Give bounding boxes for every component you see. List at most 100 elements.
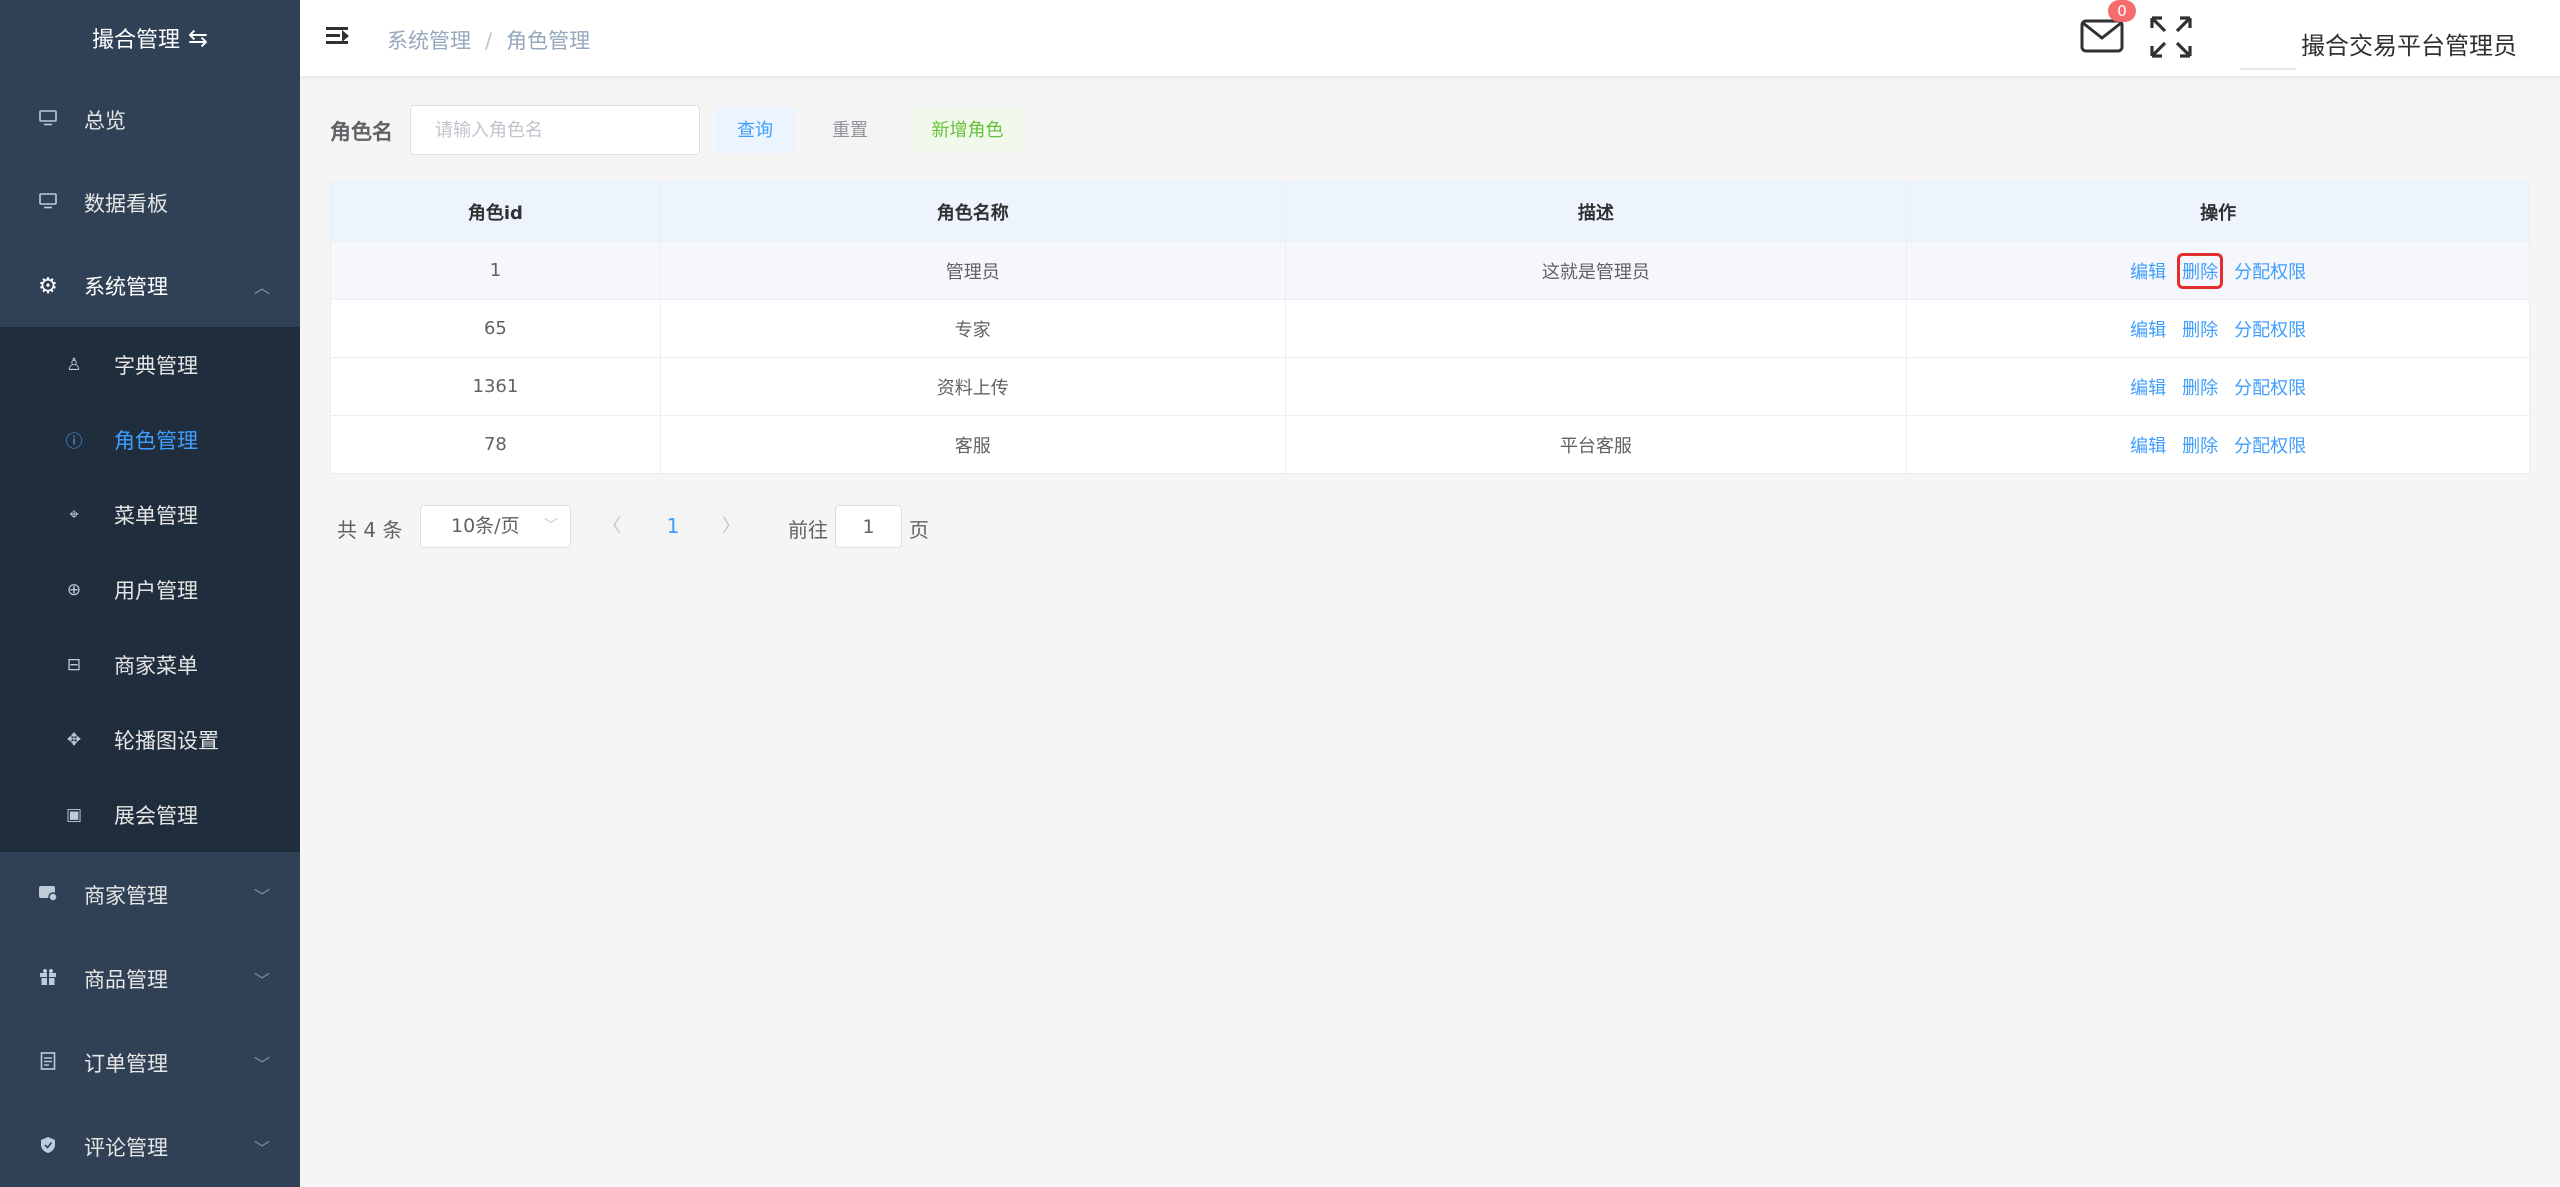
- sidebar-item-reviews[interactable]: 评论管理 ﹀: [0, 1105, 300, 1187]
- zoom-icon: ⊕: [66, 579, 82, 600]
- cell-description: 平台客服: [1285, 415, 1908, 474]
- submenu-item-label: 菜单管理: [114, 503, 198, 528]
- breadcrumb-item-system[interactable]: 系统管理: [387, 29, 471, 53]
- monitor-icon: [32, 109, 64, 131]
- cell-role-id: 65: [330, 299, 661, 358]
- cell-role-name: 管理员: [660, 241, 1286, 300]
- sidebar: 撮合管理 ⇆ 总览 数据看板 ⚙ 系统管理 ︿ ♙ 字典管理 ⓘ 角色管理 ⌖ …: [0, 0, 300, 1187]
- submenu-item-merchant-menu[interactable]: ⊟ 商家菜单: [0, 627, 300, 702]
- delete-link[interactable]: 删除: [2177, 252, 2224, 289]
- chevron-down-icon: ﹀: [253, 971, 270, 990]
- table-row: 1361 资料上传 编辑 删除 分配权限: [330, 357, 2530, 416]
- rank-icon: ✥: [66, 729, 82, 750]
- submenu-item-label: 商家菜单: [114, 653, 198, 678]
- info-icon: ⓘ: [65, 432, 83, 452]
- query-button[interactable]: 查询: [715, 107, 795, 153]
- mail-icon[interactable]: [2080, 18, 2124, 58]
- delete-link[interactable]: 删除: [2180, 314, 2220, 344]
- cell-role-name: 资料上传: [660, 357, 1286, 416]
- submenu-item-label: 角色管理: [114, 428, 198, 453]
- swap-icon[interactable]: ⇆: [188, 24, 208, 52]
- chevron-down-icon: ﹀: [253, 1139, 270, 1158]
- delete-link[interactable]: 删除: [2180, 430, 2220, 460]
- table-row: 1 管理员 这就是管理员 编辑 删除 分配权限: [330, 241, 2530, 300]
- sidebar-item-merchants[interactable]: 商家管理 ﹀: [0, 853, 300, 937]
- page-size-select[interactable]: 10条/页 ﹀: [420, 505, 571, 548]
- delete-link[interactable]: 删除: [2180, 372, 2220, 402]
- table-header-row: 角色id 角色名称 描述 操作: [330, 181, 2530, 242]
- sidebar-item-dashboard[interactable]: 数据看板: [0, 161, 300, 245]
- sidebar-item-label: 订单管理: [84, 1052, 168, 1076]
- role-name-input[interactable]: [410, 105, 700, 155]
- table-row: 65 专家 编辑 删除 分配权限: [330, 299, 2530, 358]
- edit-link[interactable]: 编辑: [2128, 430, 2168, 460]
- cell-actions: 编辑 删除 分配权限: [1906, 241, 2530, 300]
- assign-permission-link[interactable]: 分配权限: [2232, 372, 2308, 402]
- sidebar-item-label: 评论管理: [84, 1136, 168, 1160]
- username[interactable]: 撮合交易平台管理员: [2301, 26, 2517, 61]
- edit-link[interactable]: 编辑: [2128, 256, 2168, 286]
- submenu-item-exhibition[interactable]: ▣ 展会管理: [0, 777, 300, 852]
- sidebar-item-label: 商品管理: [84, 968, 168, 992]
- breadcrumb: 系统管理 / 角色管理: [387, 25, 590, 55]
- next-page-button[interactable]: 〉: [710, 505, 752, 548]
- cell-actions: 编辑 删除 分配权限: [1906, 357, 2530, 416]
- monitor-icon: [32, 192, 64, 214]
- chevron-down-icon: ﹀: [253, 1055, 270, 1074]
- cell-description: 这就是管理员: [1285, 241, 1908, 300]
- column-header-name: 角色名称: [660, 181, 1286, 242]
- cell-description: [1285, 299, 1908, 358]
- assign-permission-link[interactable]: 分配权限: [2232, 430, 2308, 460]
- cell-actions: 编辑 删除 分配权限: [1906, 299, 2530, 358]
- cell-role-name: 客服: [660, 415, 1286, 474]
- user-icon: ♙: [66, 354, 82, 375]
- shield-icon: [32, 1136, 64, 1159]
- role-name-label: 角色名: [330, 120, 393, 144]
- chevron-down-icon: ﹀: [544, 518, 558, 534]
- sidebar-item-label: 数据看板: [84, 192, 168, 216]
- submenu-item-label: 字典管理: [114, 353, 198, 378]
- avatar[interactable]: [2240, 8, 2296, 70]
- submenu-item-dictionary[interactable]: ♙ 字典管理: [0, 327, 300, 402]
- submenu-item-label: 展会管理: [114, 803, 198, 828]
- edit-link[interactable]: 编辑: [2128, 314, 2168, 344]
- breadcrumb-separator: /: [485, 29, 493, 53]
- sidebar-item-orders[interactable]: 订单管理 ﹀: [0, 1021, 300, 1105]
- assign-permission-link[interactable]: 分配权限: [2232, 256, 2308, 286]
- top-navbar: 系统管理 / 角色管理 0 撮合交易平台管理员: [300, 0, 2560, 76]
- submenu-item-label: 轮播图设置: [114, 728, 219, 753]
- sidebar-brand[interactable]: 撮合管理 ⇆: [0, 0, 300, 76]
- location-icon: ⌖: [69, 504, 79, 525]
- submenu-item-users[interactable]: ⊕ 用户管理: [0, 552, 300, 627]
- submenu-item-menus[interactable]: ⌖ 菜单管理: [0, 477, 300, 552]
- page-number-current[interactable]: 1: [640, 505, 706, 548]
- sidebar-item-products[interactable]: 商品管理 ﹀: [0, 937, 300, 1021]
- submenu-item-carousel[interactable]: ✥ 轮播图设置: [0, 702, 300, 777]
- chevron-left-icon: 〈: [603, 516, 621, 537]
- picture-icon: ▣: [65, 804, 83, 825]
- notification-badge: 0: [2108, 0, 2136, 22]
- fullscreen-icon[interactable]: [2148, 14, 2194, 60]
- gear-icon: ⚙: [38, 273, 58, 299]
- add-role-button[interactable]: 新增角色: [910, 107, 1025, 153]
- cell-role-name: 专家: [660, 299, 1286, 358]
- page-size-value: 10条/页: [451, 515, 520, 537]
- table-row: 78 客服 平台客服 编辑 删除 分配权限: [330, 415, 2530, 474]
- submenu-item-roles[interactable]: ⓘ 角色管理: [0, 402, 300, 477]
- cell-actions: 编辑 删除 分配权限: [1906, 415, 2530, 474]
- document-icon: [32, 1051, 64, 1075]
- edit-link[interactable]: 编辑: [2128, 372, 2168, 402]
- chevron-right-icon: 〉: [722, 516, 740, 537]
- sidebar-item-overview[interactable]: 总览: [0, 78, 300, 162]
- cell-role-id: 78: [330, 415, 661, 474]
- reset-button[interactable]: 重置: [810, 107, 890, 153]
- column-header-actions: 操作: [1906, 181, 2530, 242]
- assign-permission-link[interactable]: 分配权限: [2232, 314, 2308, 344]
- menu-fold-icon[interactable]: [326, 24, 350, 48]
- goto-label: 前往: [788, 518, 828, 542]
- roles-table: 角色id 角色名称 描述 操作 1 管理员 这就是管理员 编辑 删除 分配权限 65…: [330, 181, 2530, 474]
- prev-page-button[interactable]: 〈: [592, 505, 632, 548]
- sidebar-item-system[interactable]: ⚙ 系统管理 ︿: [0, 244, 300, 328]
- box-icon: ⊟: [66, 654, 82, 675]
- page-jump-input[interactable]: [835, 505, 902, 548]
